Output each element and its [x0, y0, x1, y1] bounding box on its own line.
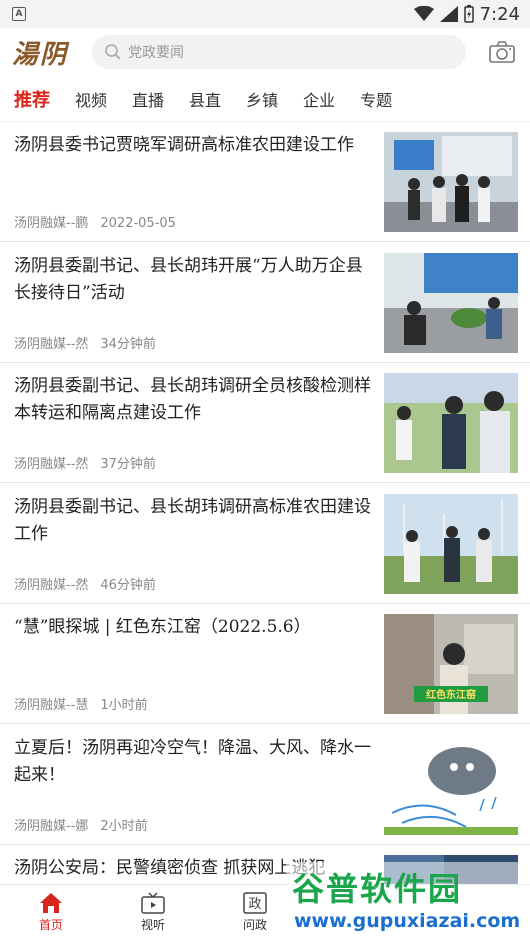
- news-meta: 汤阴融媒--然 34分钟前: [14, 333, 156, 352]
- news-source: 汤阴融媒--然: [14, 336, 89, 352]
- news-thumbnail: 红色东江窑: [384, 614, 518, 714]
- news-thumbnail: [384, 252, 518, 353]
- news-item[interactable]: 汤阴县委副书记、县长胡玮开展“万人助万企县长接待日”活动 汤阴融媒--然 34分钟…: [0, 243, 530, 363]
- watermark-url: www.gupuxiazai.com: [294, 910, 521, 932]
- news-time: 1小时前: [100, 698, 148, 713]
- inquiry-icon-glyph: 政: [248, 897, 261, 912]
- news-item[interactable]: 汤阴县委副书记、县长胡玮调研高标准农田建设工作 汤阴融媒--然 46分钟前: [0, 484, 530, 604]
- top-bar: 湯阴 党政要闻: [0, 28, 530, 76]
- battery-icon: [463, 5, 474, 23]
- inquiry-icon: 政: [243, 892, 267, 914]
- news-item[interactable]: 汤阴县委书记贾晓军调研高标准农田建设工作 汤阴融媒--鹏 2022-05-05: [0, 122, 530, 242]
- news-meta: 汤阴融媒--娜 2小时前: [14, 815, 148, 834]
- tv-icon: [141, 892, 165, 914]
- search-box[interactable]: 党政要闻: [92, 35, 466, 69]
- camera-icon[interactable]: [488, 40, 516, 64]
- news-title: “慧”眼探城 | 红色东江窑（2022.5.6）: [14, 617, 311, 637]
- status-right: 7:24: [413, 3, 520, 25]
- news-time: 46分钟前: [100, 577, 156, 593]
- tab-enterprise[interactable]: 企业: [303, 87, 335, 111]
- tab-live[interactable]: 直播: [132, 87, 164, 111]
- watermark: 谷普软件园 www.gupuxiazai.com: [286, 862, 530, 940]
- news-item[interactable]: 汤阴县委副书记、县长胡玮调研全员核酸检测样本转运和隔离点建设工作 汤阴融媒--然…: [0, 363, 530, 483]
- search-placeholder: 党政要闻: [128, 45, 184, 61]
- news-time: 2小时前: [100, 818, 148, 834]
- nav-media[interactable]: 视听: [102, 885, 204, 940]
- news-source: 汤阴融媒--然: [14, 577, 89, 593]
- news-title: 汤阴县委副书记、县长胡玮调研全员核酸检测样本转运和隔离点建设工作: [14, 376, 371, 423]
- news-meta: 汤阴融媒--慧 1小时前: [14, 694, 148, 713]
- tab-town[interactable]: 乡镇: [246, 87, 278, 111]
- home-icon: [40, 893, 62, 913]
- news-time: 2022-05-05: [100, 216, 176, 231]
- tab-video[interactable]: 视频: [75, 87, 107, 111]
- news-title: 汤阴县委书记贾晓军调研高标准农田建设工作: [14, 135, 354, 155]
- status-time: 7:24: [479, 3, 520, 25]
- nav-inquiry-label: 问政: [242, 918, 267, 932]
- nav-media-label: 视听: [140, 918, 165, 932]
- news-title: 汤阴县委副书记、县长胡玮开展“万人助万企县长接待日”活动: [14, 255, 363, 303]
- app-notification-icon: A: [12, 7, 26, 21]
- tab-topic[interactable]: 专题: [360, 87, 392, 111]
- news-thumbnail: [384, 132, 518, 232]
- app-logo: 湯阴: [12, 39, 69, 70]
- news-source: 汤阴融媒--然: [14, 457, 89, 472]
- nav-home[interactable]: 首页: [0, 885, 102, 940]
- news-thumbnail: [384, 734, 518, 835]
- news-meta: 汤阴融媒--然 46分钟前: [14, 574, 156, 593]
- news-source: 汤阴融媒--娜: [14, 818, 89, 834]
- wifi-icon: [413, 6, 434, 21]
- news-time: 34分钟前: [100, 336, 156, 352]
- news-source: 汤阴融媒--慧: [14, 698, 89, 713]
- tab-county[interactable]: 县直: [189, 87, 221, 111]
- news-time: 37分钟前: [100, 457, 156, 472]
- news-title: 立夏后！汤阴再迎冷空气！降温、大风、降水一起来！: [14, 737, 371, 785]
- tab-recommend[interactable]: 推荐: [14, 86, 50, 112]
- search-icon: [105, 44, 121, 60]
- watermark-title: 谷普软件园: [292, 870, 463, 908]
- news-item[interactable]: 立夏后！汤阴再迎冷空气！降温、大风、降水一起来！ 汤阴融媒--娜 2小时前: [0, 725, 530, 845]
- category-tabs: 推荐 视频 直播 县直 乡镇 企业 专题: [0, 76, 530, 122]
- news-item[interactable]: “慧”眼探城 | 红色东江窑（2022.5.6） 汤阴融媒--慧 1小时前 红色东…: [0, 604, 530, 724]
- signal-icon: [439, 6, 458, 22]
- news-thumbnail: [384, 493, 518, 594]
- news-meta: 汤阴融媒--鹏 2022-05-05: [14, 212, 176, 231]
- news-meta: 汤阴融媒--然 37分钟前: [14, 453, 156, 472]
- news-source: 汤阴融媒--鹏: [14, 216, 89, 231]
- status-bar: A 7:24: [0, 0, 530, 28]
- nav-home-label: 首页: [38, 918, 63, 932]
- news-thumbnail: [384, 373, 518, 473]
- thumbnail-caption: 红色东江窑: [426, 688, 476, 701]
- news-title: 汤阴县委副书记、县长胡玮调研高标准农田建设工作: [14, 496, 371, 544]
